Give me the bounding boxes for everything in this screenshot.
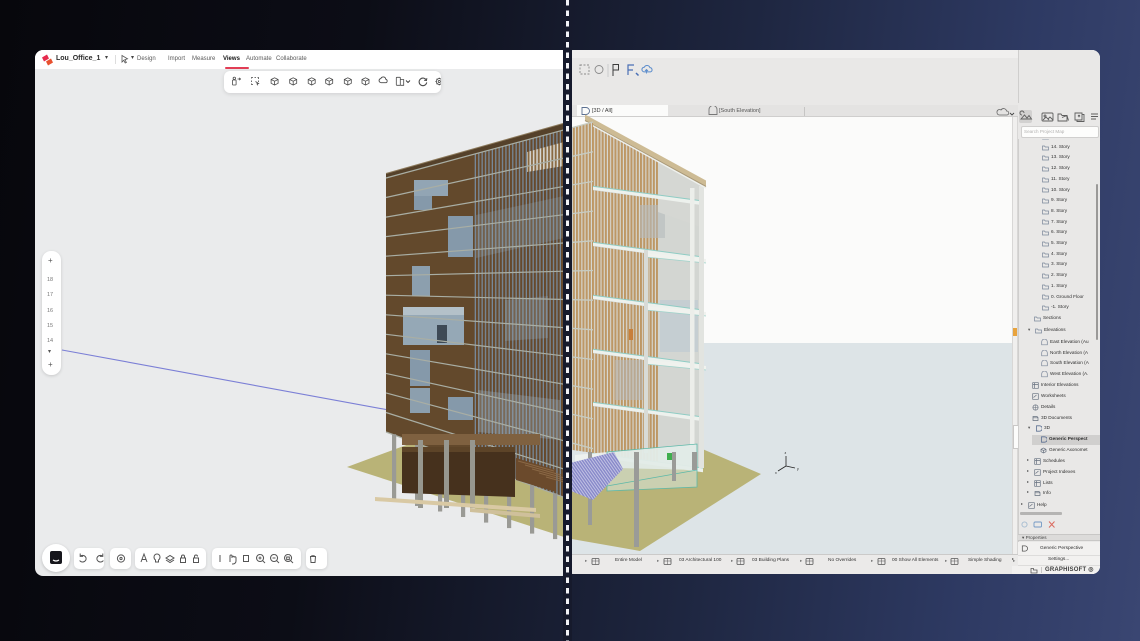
svg-text:z: z [785, 451, 787, 455]
svg-text:x: x [775, 471, 777, 475]
svg-text:y: y [797, 467, 799, 471]
